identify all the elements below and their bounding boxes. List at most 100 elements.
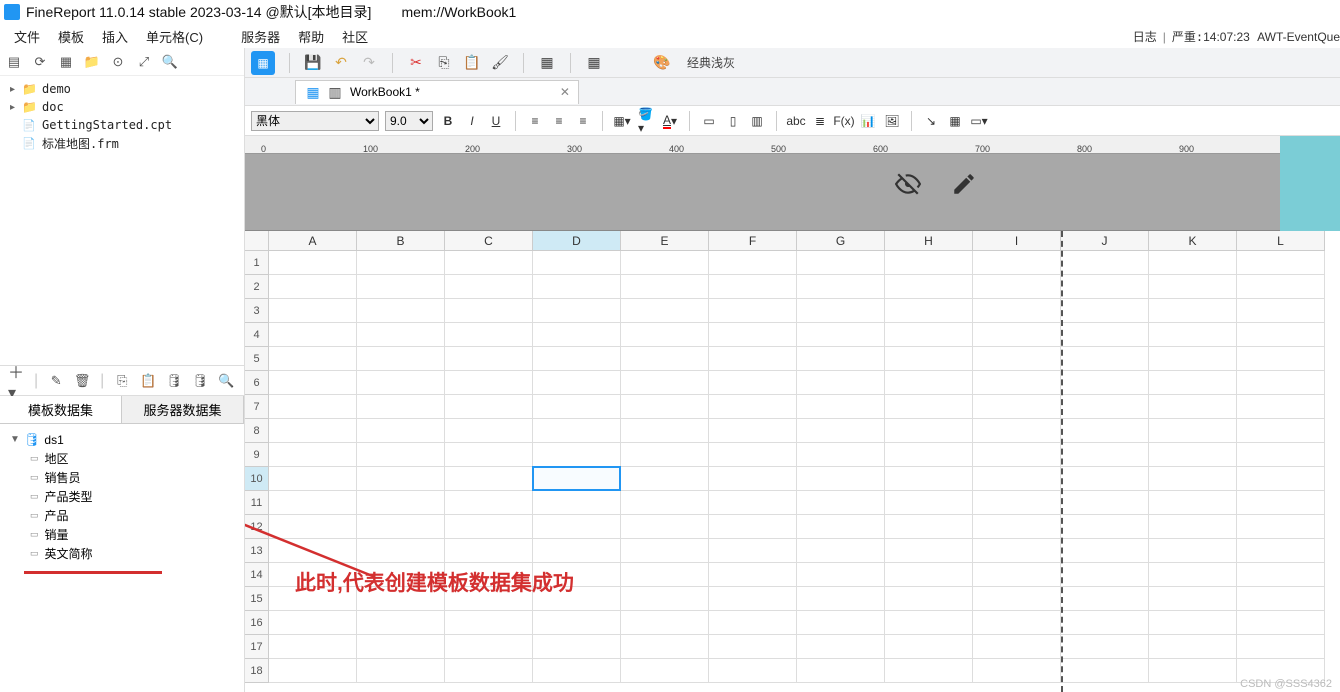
cell[interactable] (1061, 587, 1149, 611)
tab-server-ds[interactable]: 服务器数据集 (122, 396, 244, 423)
paste-icon[interactable]: 📋 (463, 54, 481, 72)
cell[interactable] (1061, 611, 1149, 635)
cell[interactable] (357, 275, 445, 299)
cell[interactable] (621, 395, 709, 419)
cell[interactable] (885, 275, 973, 299)
cell[interactable] (1237, 443, 1325, 467)
cell[interactable] (973, 323, 1061, 347)
cell[interactable] (269, 371, 357, 395)
cell[interactable] (1149, 395, 1237, 419)
dataset-column[interactable]: ▭产品类型 (4, 487, 240, 506)
cell[interactable] (797, 251, 885, 275)
cells-area[interactable] (269, 251, 1340, 692)
cell[interactable] (797, 467, 885, 491)
cell[interactable] (357, 443, 445, 467)
tool3-icon[interactable]: ▭▾ (970, 112, 988, 130)
collapse-icon[interactable]: ⤢ (136, 54, 152, 70)
dataset-tree[interactable]: ▼ 🛢 ds1 ▭地区▭销售员▭产品类型▭产品▭销量▭英文简称 (0, 424, 244, 692)
cell[interactable] (885, 635, 973, 659)
cell[interactable] (1061, 395, 1149, 419)
cell[interactable] (533, 347, 621, 371)
cell[interactable] (357, 371, 445, 395)
cell[interactable] (533, 467, 621, 491)
cell[interactable] (709, 251, 797, 275)
paste-dataset-icon[interactable]: 📋 (140, 373, 156, 389)
menu-file[interactable]: 文件 (14, 27, 40, 46)
cell[interactable] (445, 395, 533, 419)
delete-dataset-icon[interactable]: 🗑 (74, 373, 90, 389)
col-header[interactable]: H (885, 231, 973, 251)
cell[interactable] (1237, 611, 1325, 635)
cell[interactable] (1237, 635, 1325, 659)
cell[interactable] (885, 659, 973, 683)
underline-icon[interactable]: U (487, 112, 505, 130)
row-header[interactable]: 12 (245, 515, 269, 539)
cell[interactable] (357, 587, 445, 611)
row-header[interactable]: 18 (245, 659, 269, 683)
col-header[interactable]: C (445, 231, 533, 251)
cell[interactable] (885, 299, 973, 323)
cell[interactable] (885, 323, 973, 347)
dataset-column[interactable]: ▭销量 (4, 525, 240, 544)
cell[interactable] (357, 515, 445, 539)
add-dataset-icon[interactable]: ＋▾ (8, 373, 24, 389)
cell[interactable] (885, 419, 973, 443)
db-in-icon[interactable]: 🛢 (166, 373, 182, 389)
cell[interactable] (621, 563, 709, 587)
cell[interactable] (1237, 419, 1325, 443)
cell[interactable] (269, 467, 357, 491)
cell[interactable] (1237, 251, 1325, 275)
cell[interactable] (885, 587, 973, 611)
cell[interactable] (885, 467, 973, 491)
grid-icon[interactable]: ▦ (58, 54, 74, 70)
cell[interactable] (973, 563, 1061, 587)
cell[interactable] (1149, 515, 1237, 539)
cell[interactable] (709, 563, 797, 587)
cell[interactable] (885, 611, 973, 635)
cell[interactable] (973, 395, 1061, 419)
dataset-column[interactable]: ▭产品 (4, 506, 240, 525)
cell[interactable] (445, 587, 533, 611)
col-header[interactable]: E (621, 231, 709, 251)
row-header[interactable]: 6 (245, 371, 269, 395)
cell[interactable] (973, 491, 1061, 515)
italic-icon[interactable]: I (463, 112, 481, 130)
cell[interactable] (973, 251, 1061, 275)
cell[interactable] (533, 491, 621, 515)
cell[interactable] (445, 539, 533, 563)
cell[interactable] (533, 563, 621, 587)
cell[interactable] (621, 587, 709, 611)
row-header[interactable]: 13 (245, 539, 269, 563)
visibility-off-icon[interactable] (895, 171, 921, 197)
cell[interactable] (709, 419, 797, 443)
cell[interactable] (885, 347, 973, 371)
row-header[interactable]: 3 (245, 299, 269, 323)
col-header[interactable]: D (533, 231, 621, 251)
cell[interactable] (797, 275, 885, 299)
cell[interactable] (885, 515, 973, 539)
cell[interactable] (357, 251, 445, 275)
cell[interactable] (621, 635, 709, 659)
tool2-icon[interactable]: ▦ (946, 112, 964, 130)
merge-icon[interactable]: ▭ (700, 112, 718, 130)
cell[interactable] (1149, 251, 1237, 275)
cell[interactable] (973, 299, 1061, 323)
format-painter-icon[interactable]: 🖌 (491, 54, 509, 72)
cell[interactable] (445, 347, 533, 371)
cell[interactable] (1237, 563, 1325, 587)
cell[interactable] (797, 539, 885, 563)
col-header[interactable]: G (797, 231, 885, 251)
search-dataset-icon[interactable]: 🔍 (218, 373, 234, 389)
cell[interactable] (357, 299, 445, 323)
cell[interactable] (1061, 491, 1149, 515)
cell[interactable] (973, 515, 1061, 539)
cell[interactable] (885, 443, 973, 467)
cell[interactable] (269, 443, 357, 467)
cell[interactable] (1237, 587, 1325, 611)
cell[interactable] (1237, 371, 1325, 395)
cell[interactable] (797, 611, 885, 635)
col-header[interactable]: I (973, 231, 1061, 251)
cell[interactable] (1061, 419, 1149, 443)
menu-template[interactable]: 模板 (58, 27, 84, 46)
cell[interactable] (621, 515, 709, 539)
